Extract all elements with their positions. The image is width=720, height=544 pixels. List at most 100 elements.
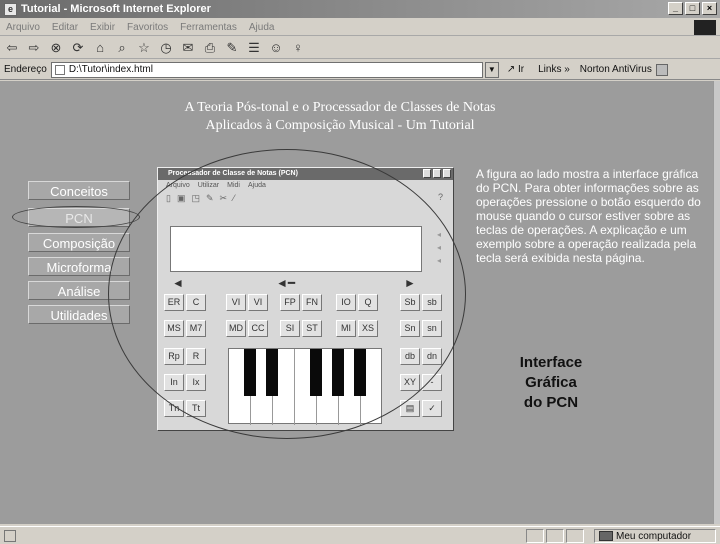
favorites-icon[interactable]: ☆ [136,40,152,56]
pcn-new-icon[interactable]: ▯ [166,193,171,204]
key-si[interactable]: SI [280,320,300,337]
back-icon[interactable]: ⇦ [4,40,20,56]
pcn-pencil-icon[interactable]: ✎ [206,193,214,204]
key-m7[interactable]: M7 [186,320,206,337]
key-r[interactable]: R [186,348,206,365]
pcn-brush-icon[interactable]: ⁄ [233,193,235,203]
address-label: Endereço [4,64,47,75]
pcn-save-icon[interactable]: ▣ [177,193,186,204]
key-xy[interactable]: XY [400,374,420,391]
messenger-icon[interactable]: ☺ [268,40,284,55]
maximize-button[interactable]: □ [685,2,700,15]
links-button[interactable]: Links » [538,64,570,75]
key-rp[interactable]: Rp [164,348,184,365]
pcn-open-icon[interactable]: ◳ [191,193,200,204]
pcn-side-icon[interactable]: ◂ [437,230,441,239]
refresh-icon[interactable]: ⟳ [70,40,86,56]
key-dn[interactable]: dn [422,348,442,365]
go-button[interactable]: ↗ Ir [507,64,524,75]
key-sn-lower[interactable]: sn [422,320,442,337]
nav-utilidades[interactable]: Utilidades [28,305,130,324]
pcn-menu-utilizar[interactable]: Utilizar [198,182,219,189]
print-icon[interactable]: ⎙ [202,40,218,56]
discuss-icon[interactable]: ☰ [246,40,262,56]
arrow-right-icon[interactable]: ► [404,276,416,290]
menu-arquivo[interactable]: Arquivo [6,22,40,33]
address-dropdown-icon[interactable]: ▼ [484,61,499,78]
pcn-menu-midi[interactable]: Midi [227,182,240,189]
pcn-scissors-icon[interactable]: ✂ [220,193,228,204]
edit-icon[interactable]: ✎ [224,40,240,56]
pcn-display[interactable] [170,226,422,272]
key-q[interactable]: Q [358,294,378,311]
key-mi[interactable]: MI [336,320,356,337]
key-tn[interactable]: Tn [164,400,184,417]
key-sn[interactable]: Sn [400,320,420,337]
menu-favoritos[interactable]: Favoritos [127,22,168,33]
piano-black-key[interactable] [332,349,344,396]
pcn-side-icon[interactable]: ◂ [437,256,441,265]
window-title: Tutorial - Microsoft Internet Explorer [21,3,211,15]
key-io[interactable]: IO [336,294,356,311]
key-in[interactable]: In [164,374,184,391]
nav-conceitos[interactable]: Conceitos [28,181,130,200]
key-ix[interactable]: Ix [186,374,206,391]
key-minus[interactable]: - [422,374,442,391]
pcn-file-icon[interactable]: ▤ [400,400,420,417]
pcn-minimize-button[interactable] [423,169,431,178]
menu-ajuda[interactable]: Ajuda [249,22,275,33]
menu-ferramentas[interactable]: Ferramentas [180,22,237,33]
piano-black-key[interactable] [310,349,322,396]
key-vi-1[interactable]: VI [226,294,246,311]
key-vi-2[interactable]: VI [248,294,268,311]
key-c[interactable]: C [186,294,206,311]
history-icon[interactable]: ◷ [158,40,174,56]
status-cell [566,529,584,543]
nav-composicao[interactable]: Composição [28,233,130,252]
pcn-maximize-button[interactable] [433,169,441,178]
menu-exibir[interactable]: Exibir [90,22,115,33]
pcn-menu-arquivo[interactable]: Arquivo [166,182,190,189]
key-tt[interactable]: Tt [186,400,206,417]
description-text: A figura ao lado mostra a interface gráf… [476,167,701,265]
address-bar: Endereço D:\Tutor\index.html ▼ ↗ Ir Link… [0,60,720,80]
address-input[interactable]: D:\Tutor\index.html [50,61,483,78]
vertical-scrollbar[interactable] [713,81,720,524]
home-icon[interactable]: ⌂ [92,40,108,55]
stop-icon[interactable]: ⊗ [48,40,64,56]
key-sb-lower[interactable]: sb [422,294,442,311]
key-fp[interactable]: FP [280,294,300,311]
key-sb[interactable]: Sb [400,294,420,311]
norton-button[interactable]: Norton AntiVirus [580,64,652,75]
pcn-side-icon[interactable]: ◂ [437,243,441,252]
key-db[interactable]: db [400,348,420,365]
pcn-close-button[interactable] [443,169,451,178]
key-er[interactable]: ER [164,294,184,311]
pcn-menu-ajuda[interactable]: Ajuda [248,182,266,189]
research-icon[interactable]: ♀ [290,40,306,55]
mail-icon[interactable]: ✉ [180,40,196,56]
menu-editar[interactable]: Editar [52,22,78,33]
key-md[interactable]: MD [226,320,246,337]
key-xs[interactable]: XS [358,320,378,337]
browser-toolbar: ⇦ ⇨ ⊗ ⟳ ⌂ ⌕ ☆ ◷ ✉ ⎙ ✎ ☰ ☺ ♀ [0,37,720,59]
minimize-button[interactable]: _ [668,2,683,15]
key-fn[interactable]: FN [302,294,322,311]
close-button[interactable]: × [702,2,717,15]
key-ms[interactable]: MS [164,320,184,337]
pcn-help-button[interactable]: ? [438,192,443,202]
norton-icon[interactable] [655,63,668,76]
key-st[interactable]: ST [302,320,322,337]
interface-caption: Interface Gráfica do PCN [519,354,583,411]
key-check[interactable]: ✓ [422,400,442,417]
piano-black-key[interactable] [266,349,278,396]
search-icon[interactable]: ⌕ [114,40,130,56]
key-cc[interactable]: CC [248,320,268,337]
piano-black-key[interactable] [354,349,366,396]
nav-analise[interactable]: Análise [28,281,130,300]
arrow-left-icon[interactable]: ◄ [172,276,184,290]
nav-microforma[interactable]: Microforma [28,257,130,276]
piano-black-key[interactable] [244,349,256,396]
arrow-center-icon[interactable]: ◄━ [276,276,295,290]
forward-icon[interactable]: ⇨ [26,40,42,56]
